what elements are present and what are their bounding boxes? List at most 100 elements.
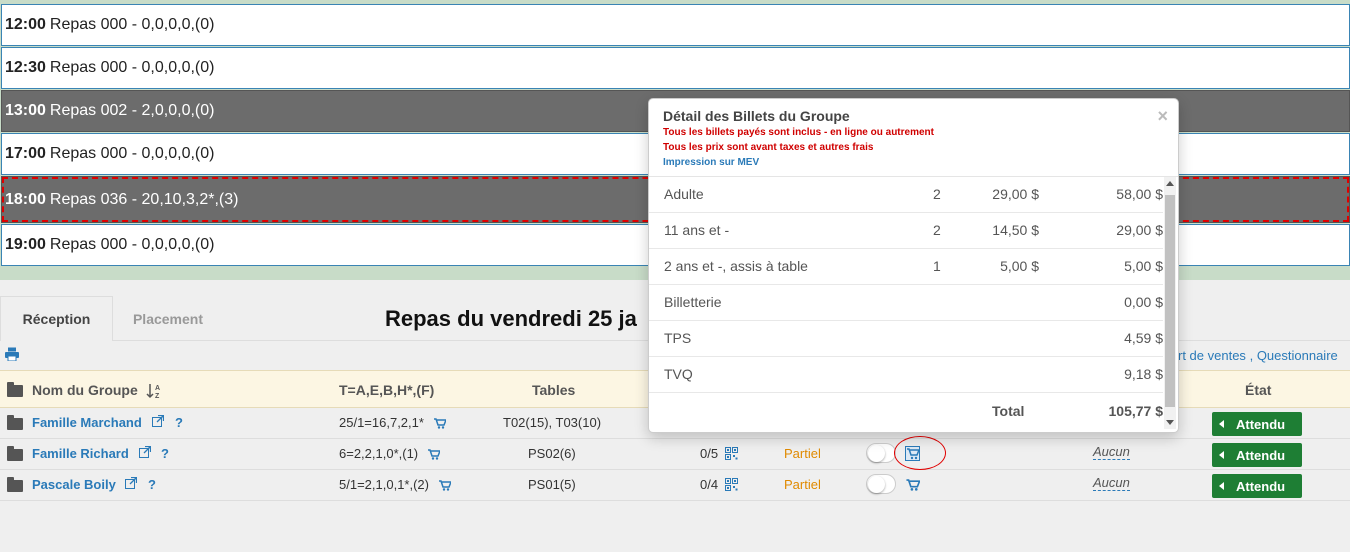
attendu-label: Attendu: [1236, 478, 1286, 494]
slot-label: Repas 000 - 0,0,0,0,(0): [49, 236, 215, 253]
ticket-total: 9,18 $: [1124, 366, 1163, 382]
tab-reception[interactable]: Réception: [0, 296, 113, 341]
folder-icon[interactable]: [7, 477, 23, 492]
svg-text:Z: Z: [155, 393, 160, 399]
ticket-total: 0,00 $: [1124, 294, 1163, 310]
ticket-total-row: Total 105,77 $: [649, 393, 1163, 429]
popover-body: Adulte 2 29,00 $ 58,00 $ 11 ans et - 2 1…: [649, 177, 1163, 429]
time-slot[interactable]: 12:00 Repas 000 - 0,0,0,0,(0): [1, 4, 1350, 46]
group-composition: 5/1=2,1,0,1*,(2): [339, 477, 429, 492]
scroll-up-icon[interactable]: [1166, 181, 1174, 186]
ticket-total: 58,00 $: [1116, 186, 1163, 202]
ticket-label: Adulte: [664, 186, 704, 202]
slot-label: Repas 036 - 20,10,3,2*,(3): [49, 190, 239, 208]
sales-report-link[interactable]: rt de ventes: [1178, 348, 1246, 363]
total-label: Total: [992, 403, 1025, 419]
ticket-total: 4,59 $: [1124, 330, 1163, 346]
attendu-label: Attendu: [1236, 416, 1286, 432]
ticket-total: 5,00 $: [1124, 258, 1163, 274]
folder-icon[interactable]: [7, 446, 23, 461]
external-link-icon[interactable]: [139, 446, 151, 458]
attendu-button[interactable]: Attendu: [1212, 412, 1302, 436]
folder-icon[interactable]: [7, 415, 23, 430]
arrival-toggle[interactable]: [866, 474, 896, 494]
group-composition: 6=2,2,1,0*,(1): [339, 446, 419, 461]
assignment-link[interactable]: Aucun: [1093, 475, 1130, 491]
slot-time: 18:00: [5, 190, 46, 208]
ticket-unit-price: 5,00 $: [1000, 258, 1039, 274]
ticket-row: Adulte 2 29,00 $ 58,00 $: [649, 177, 1163, 213]
svg-text:A: A: [155, 385, 160, 392]
qr-code-icon[interactable]: [725, 478, 738, 491]
cart-icon[interactable]: [439, 480, 451, 491]
print-icon[interactable]: [5, 347, 19, 361]
scroll-thumb[interactable]: [1165, 195, 1175, 407]
close-icon[interactable]: ×: [1157, 106, 1168, 127]
popover-scrollbar[interactable]: [1164, 177, 1176, 429]
slot-time: 19:00: [5, 236, 46, 253]
report-links: rt de ventes , Questionnaire: [1178, 348, 1338, 363]
folder-icon: [7, 382, 23, 397]
ticket-label: 11 ans et -: [664, 222, 730, 238]
external-link-icon[interactable]: [152, 415, 164, 427]
links-separator: ,: [1249, 348, 1254, 363]
external-link-icon[interactable]: [125, 477, 137, 489]
ticket-qty: 2: [933, 186, 941, 202]
annotation-circle: [894, 436, 946, 470]
slot-label: Repas 002 - 2,0,0,0,(0): [49, 102, 215, 119]
table-row: Pascale Boily ? 5/1=2,1,0,1*,(2) PS01(5)…: [0, 470, 1350, 501]
ticket-row: TVQ 9,18 $: [649, 357, 1163, 393]
group-tables: PS02(6): [528, 446, 576, 461]
caret-left-icon: [1219, 420, 1224, 428]
print-mev-link[interactable]: Impression sur MEV: [663, 157, 1164, 168]
ticket-row: 11 ans et - 2 14,50 $ 29,00 $: [649, 213, 1163, 249]
ticket-detail-popover: Détail des Billets du Groupe Tous les bi…: [648, 98, 1179, 433]
ticket-label: TVQ: [664, 366, 693, 382]
slot-label: Repas 000 - 0,0,0,0,(0): [49, 145, 215, 162]
time-slot[interactable]: 12:30 Repas 000 - 0,0,0,0,(0): [1, 47, 1350, 89]
qr-code-icon[interactable]: [725, 447, 738, 460]
group-name-link[interactable]: Famille Richard: [32, 446, 129, 461]
checkin-ratio: 0/5: [700, 446, 719, 461]
group-tables: T02(15), T03(10): [503, 415, 602, 430]
ticket-row: Billetterie 0,00 $: [649, 285, 1163, 321]
group-name-link[interactable]: Pascale Boily: [32, 477, 116, 492]
ticket-row: 2 ans et -, assis à table 1 5,00 $ 5,00 …: [649, 249, 1163, 285]
caret-left-icon: [1219, 451, 1224, 459]
ticket-qty: 1: [933, 258, 941, 274]
attendu-button[interactable]: Attendu: [1212, 474, 1302, 498]
assignment-link[interactable]: Aucun: [1093, 444, 1130, 460]
sort-alpha-icon[interactable]: A Z: [146, 383, 162, 399]
popover-note: Tous les prix sont avant taxes et autres…: [663, 142, 874, 153]
arrival-toggle[interactable]: [866, 443, 896, 463]
slot-time: 12:00: [5, 16, 46, 33]
attendu-button[interactable]: Attendu: [1212, 443, 1302, 467]
ticket-label: TPS: [664, 330, 692, 346]
slot-label: Repas 000 - 0,0,0,0,(0): [49, 59, 215, 76]
table-row: Famille Richard ? 6=2,2,1,0*,(1) PS02(6)…: [0, 439, 1350, 470]
header-state: État: [1245, 382, 1272, 398]
ticket-unit-price: 29,00 $: [992, 186, 1039, 202]
tab-placement[interactable]: Placement: [113, 296, 223, 341]
cart-icon[interactable]: [434, 418, 446, 429]
cart-icon[interactable]: [428, 449, 440, 460]
questionnaire-link[interactable]: Questionnaire: [1257, 348, 1338, 363]
header-group-name[interactable]: Nom du Groupe: [32, 382, 138, 398]
caret-left-icon: [1219, 482, 1224, 490]
header-composition: T=A,E,B,H*,(F): [339, 382, 435, 398]
cart-icon[interactable]: [906, 479, 920, 491]
help-icon[interactable]: ?: [161, 446, 169, 461]
ticket-qty: 2: [933, 222, 941, 238]
ticket-total: 29,00 $: [1116, 222, 1163, 238]
popover-note: Tous les billets payés sont inclus - en …: [663, 127, 934, 138]
popover-title: Détail des Billets du Groupe: [663, 108, 850, 124]
slot-label: Repas 000 - 0,0,0,0,(0): [49, 16, 215, 33]
total-value: 105,77 $: [1108, 403, 1164, 419]
group-name-link[interactable]: Famille Marchand: [32, 415, 142, 430]
ticket-label: Billetterie: [664, 294, 722, 310]
ticket-unit-price: 14,50 $: [992, 222, 1039, 238]
help-icon[interactable]: ?: [175, 415, 183, 430]
help-icon[interactable]: ?: [148, 477, 156, 492]
page-title: Repas du vendredi 25 ja: [385, 306, 637, 331]
scroll-down-icon[interactable]: [1166, 420, 1174, 425]
